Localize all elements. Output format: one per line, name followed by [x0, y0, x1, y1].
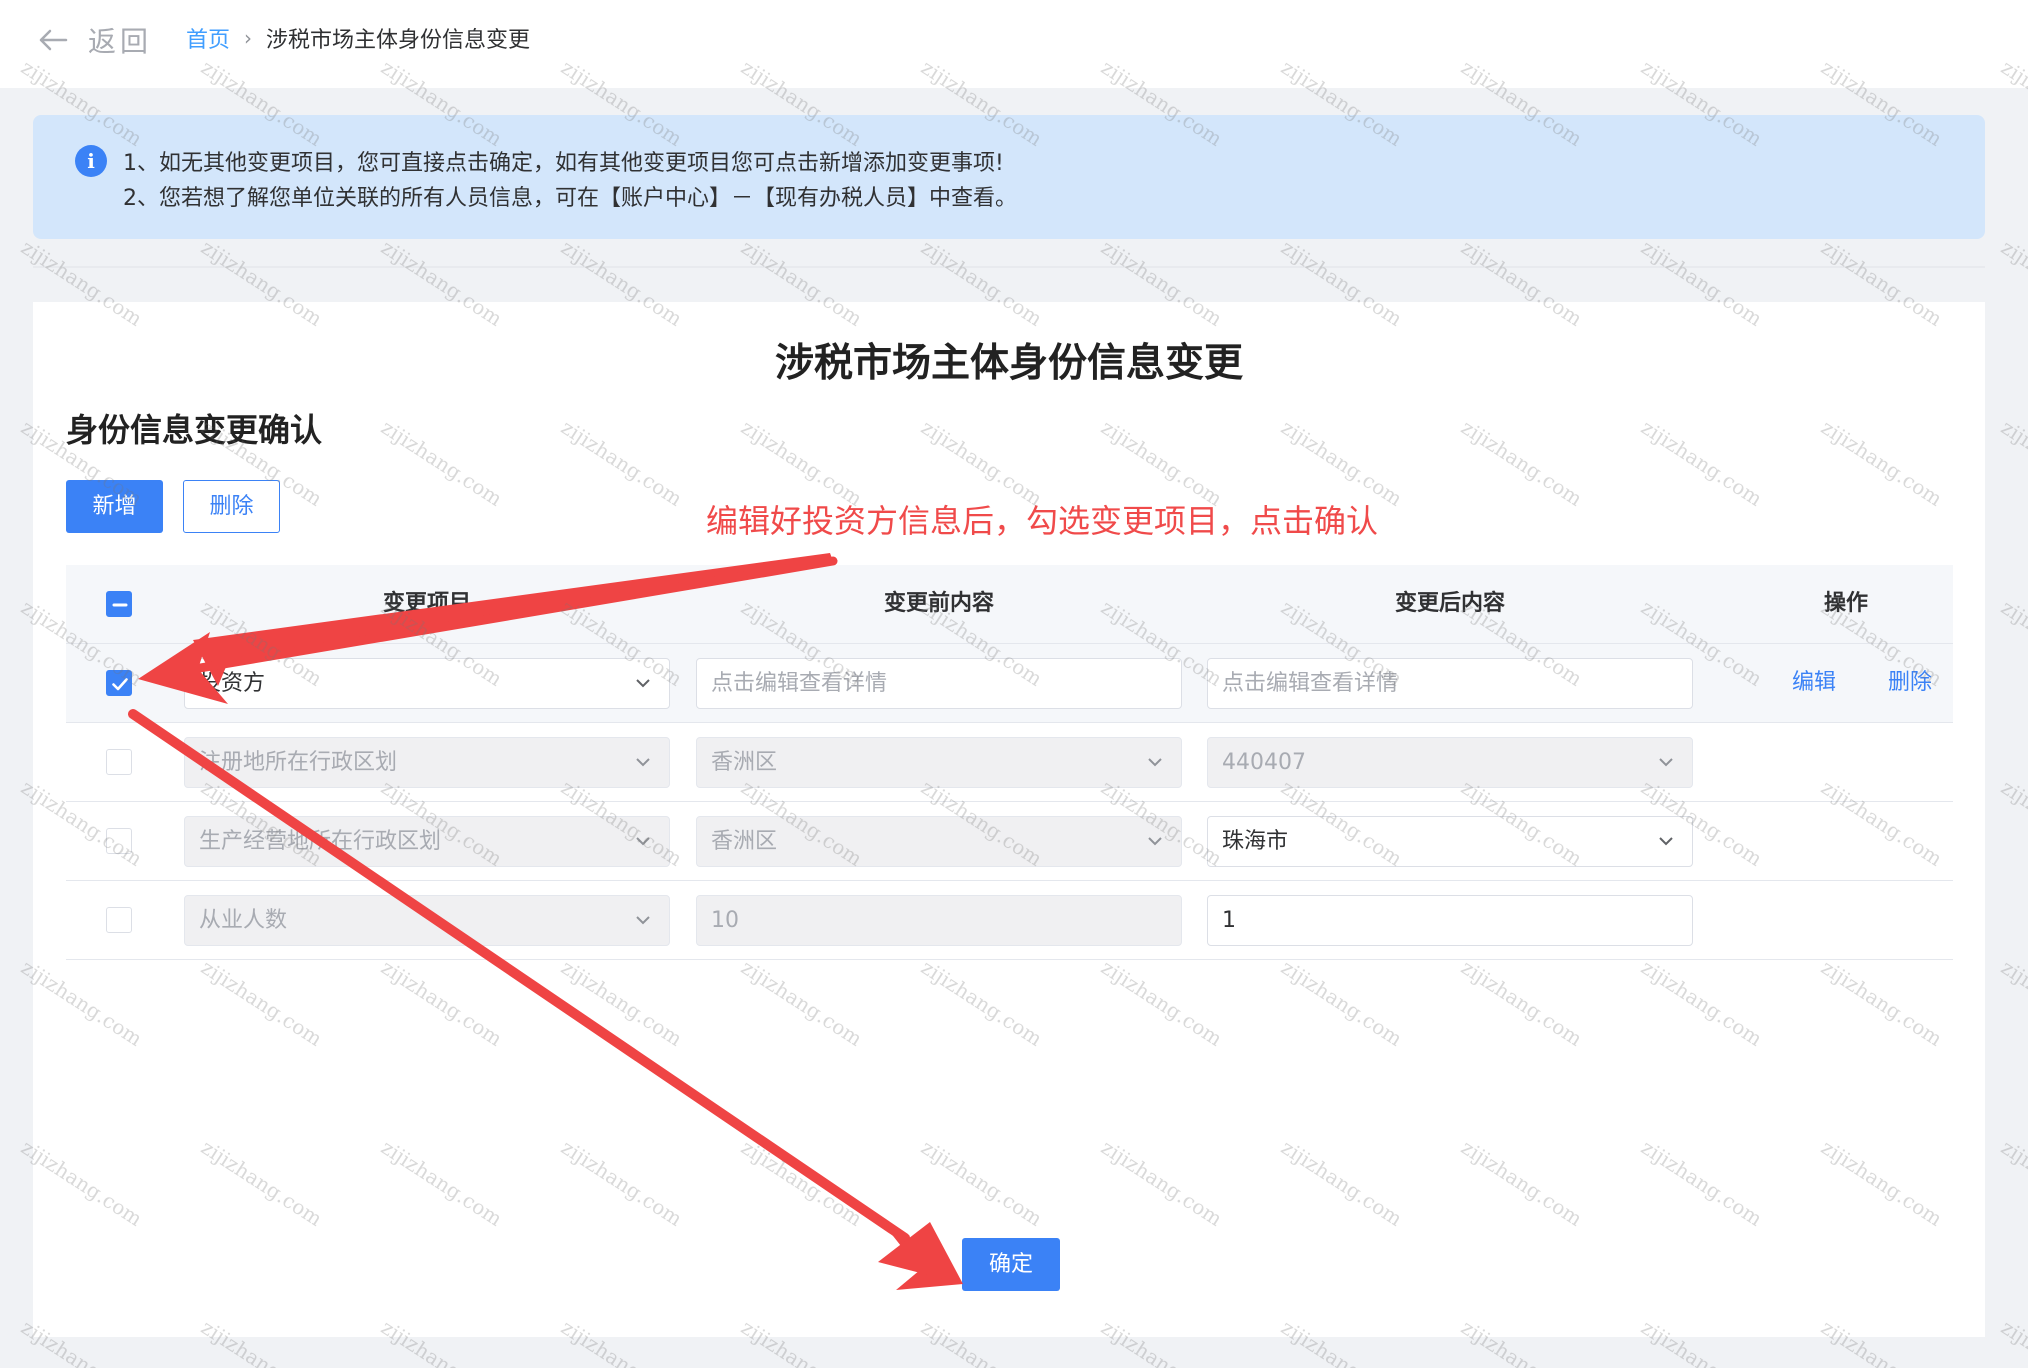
table-row: 从业人数 10 1: [66, 881, 1953, 960]
confirm-button[interactable]: 确定: [962, 1238, 1060, 1291]
watermark-text: zijizhang.com: [1996, 235, 2028, 331]
page-title: 涉税市场主体身份信息变更: [774, 341, 1243, 386]
before-content-value: 香洲区: [711, 829, 778, 854]
check-icon: [112, 678, 128, 691]
row-checkbox[interactable]: [106, 828, 132, 854]
chevron-down-icon: [636, 758, 650, 767]
minus-icon: [112, 603, 128, 607]
after-content-select: 440407: [1207, 737, 1693, 788]
breadcrumb: 首页 › 涉税市场主体身份信息变更: [186, 22, 530, 54]
watermark-text: zijizhang.com: [1996, 415, 2028, 511]
before-content-select: 香洲区: [696, 737, 1182, 788]
divider: [33, 266, 1985, 268]
chevron-down-icon: [636, 679, 650, 688]
main-card: 涉税市场主体身份信息变更 身份信息变更确认 新增 删除 变更项目 变更前内容 变…: [33, 302, 1985, 1337]
after-content-placeholder: 点击编辑查看详情: [1222, 671, 1399, 696]
header-item: 变更项目: [382, 591, 471, 616]
after-content-input[interactable]: 1: [1207, 895, 1693, 946]
annotation-text: 编辑好投资方信息后，勾选变更项目，点击确认: [706, 502, 1379, 540]
add-button[interactable]: 新增: [66, 480, 163, 533]
header-actions: 操作: [1823, 591, 1868, 616]
row-checkbox[interactable]: [106, 749, 132, 775]
chevron-down-icon: [1659, 758, 1673, 767]
table-row: 生产经营地所在行政区划 香洲区 珠海市: [66, 802, 1953, 881]
header-before: 变更前内容: [883, 591, 994, 616]
watermark-text: zijizhang.com: [1996, 1315, 2028, 1368]
notice-line-1: 1、如无其他变更项目，您可直接点击确定，如有其他变更项目您可点击新增添加变更事项…: [123, 151, 1004, 176]
watermark-text: zijizhang.com: [1996, 955, 2028, 1051]
watermark-text: zijizhang.com: [1996, 1135, 2028, 1231]
chevron-down-icon: [1148, 758, 1162, 767]
item-select: 注册地所在行政区划: [184, 737, 670, 788]
after-content-value: 440407: [1222, 750, 1306, 775]
item-select-value: 生产经营地所在行政区划: [199, 829, 442, 854]
row-checkbox[interactable]: [106, 907, 132, 933]
back-label: 返回: [88, 25, 153, 58]
breadcrumb-home[interactable]: 首页: [186, 22, 230, 54]
after-content-field[interactable]: 点击编辑查看详情: [1207, 658, 1693, 709]
section-title: 身份信息变更确认: [66, 411, 323, 449]
arrow-left-icon: [39, 29, 68, 51]
chevron-down-icon: [636, 916, 650, 925]
notice-line-2: 2、您若想了解您单位关联的所有人员信息，可在【账户中心】－【现有办税人员】中查看…: [123, 186, 1018, 211]
table-header: 变更项目 变更前内容 变更后内容 操作: [66, 565, 1953, 644]
before-content-value: 10: [711, 908, 739, 933]
item-select-value: 从业人数: [199, 908, 288, 933]
chevron-down-icon: [1659, 837, 1673, 846]
change-table: 变更项目 变更前内容 变更后内容 操作 投资方 点击编辑查看详情 点击编辑查看详…: [66, 565, 1953, 960]
after-content-value: 1: [1222, 908, 1236, 933]
table-row: 注册地所在行政区划 香洲区 440407: [66, 723, 1953, 802]
chevron-down-icon: [1148, 837, 1162, 846]
delete-link[interactable]: 删除: [1888, 644, 1932, 722]
before-content-field: 10: [696, 895, 1182, 946]
watermark-text: zijizhang.com: [1996, 595, 2028, 691]
before-content-placeholder: 点击编辑查看详情: [711, 671, 888, 696]
item-select-value: 注册地所在行政区划: [199, 750, 398, 775]
info-icon: i: [75, 145, 107, 177]
breadcrumb-current: 涉税市场主体身份信息变更: [266, 28, 531, 53]
chevron-down-icon: [636, 837, 650, 846]
notice-banner: i 1、如无其他变更项目，您可直接点击确定，如有其他变更项目您可点击新增添加变更…: [33, 115, 1985, 239]
select-all-checkbox[interactable]: [106, 591, 132, 617]
delete-button[interactable]: 删除: [183, 480, 280, 533]
watermark-text: zijizhang.com: [1996, 775, 2028, 871]
table-row: 投资方 点击编辑查看详情 点击编辑查看详情 编辑 删除: [66, 644, 1953, 723]
item-select: 从业人数: [184, 895, 670, 946]
item-select-value: 投资方: [199, 671, 266, 696]
back-button[interactable]: 返回: [36, 18, 152, 62]
header-after: 变更后内容: [1394, 591, 1505, 616]
item-select: 生产经营地所在行政区划: [184, 816, 670, 867]
row-checkbox[interactable]: [106, 670, 132, 696]
after-content-value: 珠海市: [1222, 829, 1289, 854]
edit-link[interactable]: 编辑: [1792, 644, 1836, 722]
after-content-select[interactable]: 珠海市: [1207, 816, 1693, 867]
top-bar: 返回 首页 › 涉税市场主体身份信息变更: [0, 0, 2028, 88]
breadcrumb-separator: ›: [244, 26, 253, 50]
before-content-field[interactable]: 点击编辑查看详情: [696, 658, 1182, 709]
item-select[interactable]: 投资方: [184, 658, 670, 709]
before-content-value: 香洲区: [711, 750, 778, 775]
before-content-select: 香洲区: [696, 816, 1182, 867]
